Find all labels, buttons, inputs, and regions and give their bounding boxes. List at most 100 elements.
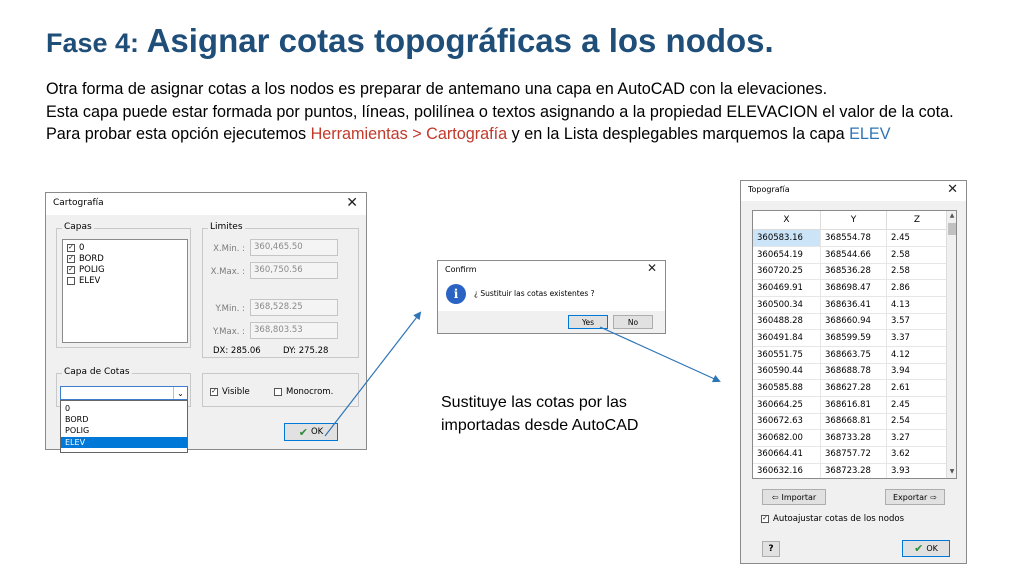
close-icon[interactable]: ✕ bbox=[647, 261, 657, 275]
exportar-button[interactable]: Exportar ⇨ bbox=[885, 489, 945, 505]
table-row[interactable]: 360500.34 368636.41 4.13 bbox=[753, 296, 948, 314]
importar-button[interactable]: ⇦ Importar bbox=[762, 489, 826, 505]
table-cell[interactable]: 3.94 bbox=[887, 363, 948, 381]
table-cell[interactable]: 2.45 bbox=[887, 230, 948, 248]
yes-button[interactable]: Yes bbox=[568, 315, 608, 329]
table-row[interactable]: 360583.16 368554.78 2.45 bbox=[753, 230, 948, 248]
table-cell[interactable]: 368636.41 bbox=[821, 296, 887, 314]
coordinates-grid[interactable]: X Y Z 360583.16 368554.78 2.45 360654.19 368… bbox=[752, 210, 957, 479]
capa-cotas-dropdown[interactable]: 0 BORD POLIG ELEV bbox=[60, 400, 188, 453]
checkbox-unchecked-icon[interactable] bbox=[67, 276, 75, 285]
ok-button[interactable]: ✔ OK bbox=[284, 423, 338, 441]
table-cell[interactable]: 368688.78 bbox=[821, 363, 887, 381]
table-cell[interactable]: 3.57 bbox=[887, 313, 948, 331]
visible-checkbox[interactable]: ✓ Visible bbox=[210, 386, 250, 397]
table-cell[interactable]: 360720.25 bbox=[753, 263, 821, 281]
dropdown-option-selected[interactable]: ELEV bbox=[61, 437, 187, 448]
table-cell[interactable]: 368663.75 bbox=[821, 346, 887, 364]
table-cell[interactable]: 3.93 bbox=[887, 463, 948, 478]
table-cell[interactable]: 360632.16 bbox=[753, 463, 821, 478]
table-row[interactable]: 360551.75 368663.75 4.12 bbox=[753, 346, 948, 364]
table-cell[interactable]: 2.86 bbox=[887, 279, 948, 298]
table-cell[interactable]: 360469.91 bbox=[753, 279, 821, 298]
table-cell[interactable]: 2.61 bbox=[887, 379, 948, 397]
table-cell[interactable]: 360585.88 bbox=[753, 379, 821, 397]
vertical-scrollbar[interactable]: ▲ ▼ bbox=[946, 211, 956, 478]
table-cell[interactable]: 4.13 bbox=[887, 296, 948, 314]
capa-cotas-combo[interactable]: ⌄ bbox=[60, 386, 188, 400]
cartografia-titlebar[interactable]: Cartografía ✕ bbox=[46, 193, 366, 215]
table-row[interactable]: 360488.28 368660.94 3.57 bbox=[753, 313, 948, 331]
table-row[interactable]: 360654.19 368544.66 2.58 bbox=[753, 246, 948, 264]
table-cell[interactable]: 360664.25 bbox=[753, 396, 821, 414]
scroll-down-icon[interactable]: ▼ bbox=[948, 468, 956, 477]
table-cell[interactable]: 3.37 bbox=[887, 329, 948, 347]
table-cell[interactable]: 4.12 bbox=[887, 346, 948, 364]
table-row[interactable]: 360469.91 368698.47 2.86 bbox=[753, 279, 948, 298]
table-row[interactable]: 360664.41 368757.72 3.62 bbox=[753, 446, 948, 464]
table-cell[interactable]: 2.54 bbox=[887, 413, 948, 431]
table-row[interactable]: 360491.84 368599.59 3.37 bbox=[753, 329, 948, 347]
table-cell[interactable]: 360500.34 bbox=[753, 296, 821, 314]
table-cell[interactable]: 360654.19 bbox=[753, 246, 821, 264]
table-cell[interactable]: 368757.72 bbox=[821, 446, 887, 464]
table-cell[interactable]: 360491.84 bbox=[753, 329, 821, 347]
close-icon[interactable]: ✕ bbox=[346, 195, 358, 211]
table-cell[interactable]: 2.58 bbox=[887, 263, 948, 281]
chevron-down-icon[interactable]: ⌄ bbox=[173, 387, 187, 399]
checkbox-unchecked-icon[interactable] bbox=[274, 387, 282, 396]
column-header[interactable]: Y bbox=[821, 211, 887, 230]
table-cell[interactable]: 360672.63 bbox=[753, 413, 821, 431]
dropdown-option[interactable]: 0 bbox=[61, 403, 187, 414]
help-button[interactable]: ? bbox=[762, 541, 780, 557]
table-cell[interactable]: 368544.66 bbox=[821, 246, 887, 264]
layer-item[interactable]: ELEV bbox=[67, 275, 100, 286]
column-header[interactable]: X bbox=[753, 211, 821, 230]
confirm-titlebar[interactable]: Confirm ✕ bbox=[438, 261, 665, 279]
table-row[interactable]: 360672.63 368668.81 2.54 bbox=[753, 413, 948, 431]
checkbox-checked-icon[interactable]: ✓ bbox=[67, 254, 75, 263]
dropdown-option[interactable]: POLIG bbox=[61, 425, 187, 436]
table-row[interactable]: 360585.88 368627.28 2.61 bbox=[753, 379, 948, 397]
layer-item[interactable]: ✓ BORD bbox=[67, 253, 104, 264]
table-cell[interactable]: 368668.81 bbox=[821, 413, 887, 431]
table-cell[interactable]: 2.45 bbox=[887, 396, 948, 414]
close-icon[interactable]: ✕ bbox=[947, 182, 958, 197]
dropdown-option[interactable]: BORD bbox=[61, 414, 187, 425]
table-cell[interactable]: 360551.75 bbox=[753, 346, 821, 364]
checkbox-checked-icon[interactable]: ✓ bbox=[761, 514, 769, 523]
table-cell[interactable]: 368660.94 bbox=[821, 313, 887, 331]
checkbox-checked-icon[interactable]: ✓ bbox=[67, 243, 75, 252]
table-cell[interactable]: 368733.28 bbox=[821, 429, 887, 447]
layer-item[interactable]: ✓ 0 bbox=[67, 242, 84, 253]
table-cell[interactable]: 368723.28 bbox=[821, 463, 887, 478]
table-row[interactable]: 360682.00 368733.28 3.27 bbox=[753, 429, 948, 447]
table-cell[interactable]: 3.62 bbox=[887, 446, 948, 464]
table-cell[interactable]: 360664.41 bbox=[753, 446, 821, 464]
table-row[interactable]: 360664.25 368616.81 2.45 bbox=[753, 396, 948, 414]
no-button[interactable]: No bbox=[613, 315, 653, 329]
autoajustar-checkbox[interactable]: ✓ Autoajustar cotas de los nodos bbox=[761, 513, 904, 524]
checkbox-checked-icon[interactable]: ✓ bbox=[67, 265, 75, 274]
layer-item[interactable]: ✓ POLIG bbox=[67, 264, 105, 275]
topografia-titlebar[interactable]: Topografía ✕ bbox=[741, 181, 966, 201]
table-cell[interactable]: 360488.28 bbox=[753, 313, 821, 331]
table-cell[interactable]: 368599.59 bbox=[821, 329, 887, 347]
layers-listbox[interactable]: ✓ 0 ✓ BORD ✓ POLIG ELEV bbox=[62, 239, 188, 343]
table-row[interactable]: 360632.16 368723.28 3.93 bbox=[753, 463, 948, 478]
column-header[interactable]: Z bbox=[887, 211, 948, 230]
monocrom-checkbox[interactable]: Monocrom. bbox=[274, 386, 333, 397]
table-row[interactable]: 360720.25 368536.28 2.58 bbox=[753, 263, 948, 281]
checkbox-checked-icon[interactable]: ✓ bbox=[210, 387, 218, 396]
scroll-up-icon[interactable]: ▲ bbox=[948, 212, 956, 221]
table-cell[interactable]: 3.27 bbox=[887, 429, 948, 447]
table-cell[interactable]: 2.58 bbox=[887, 246, 948, 264]
table-cell[interactable]: 360583.16 bbox=[753, 230, 821, 248]
table-cell[interactable]: 360590.44 bbox=[753, 363, 821, 381]
table-cell[interactable]: 368616.81 bbox=[821, 396, 887, 414]
table-cell[interactable]: 368627.28 bbox=[821, 379, 887, 397]
table-cell[interactable]: 360682.00 bbox=[753, 429, 821, 447]
table-cell[interactable]: 368536.28 bbox=[821, 263, 887, 281]
ok-button[interactable]: ✔ OK bbox=[902, 540, 950, 557]
table-cell[interactable]: 368554.78 bbox=[821, 230, 887, 248]
